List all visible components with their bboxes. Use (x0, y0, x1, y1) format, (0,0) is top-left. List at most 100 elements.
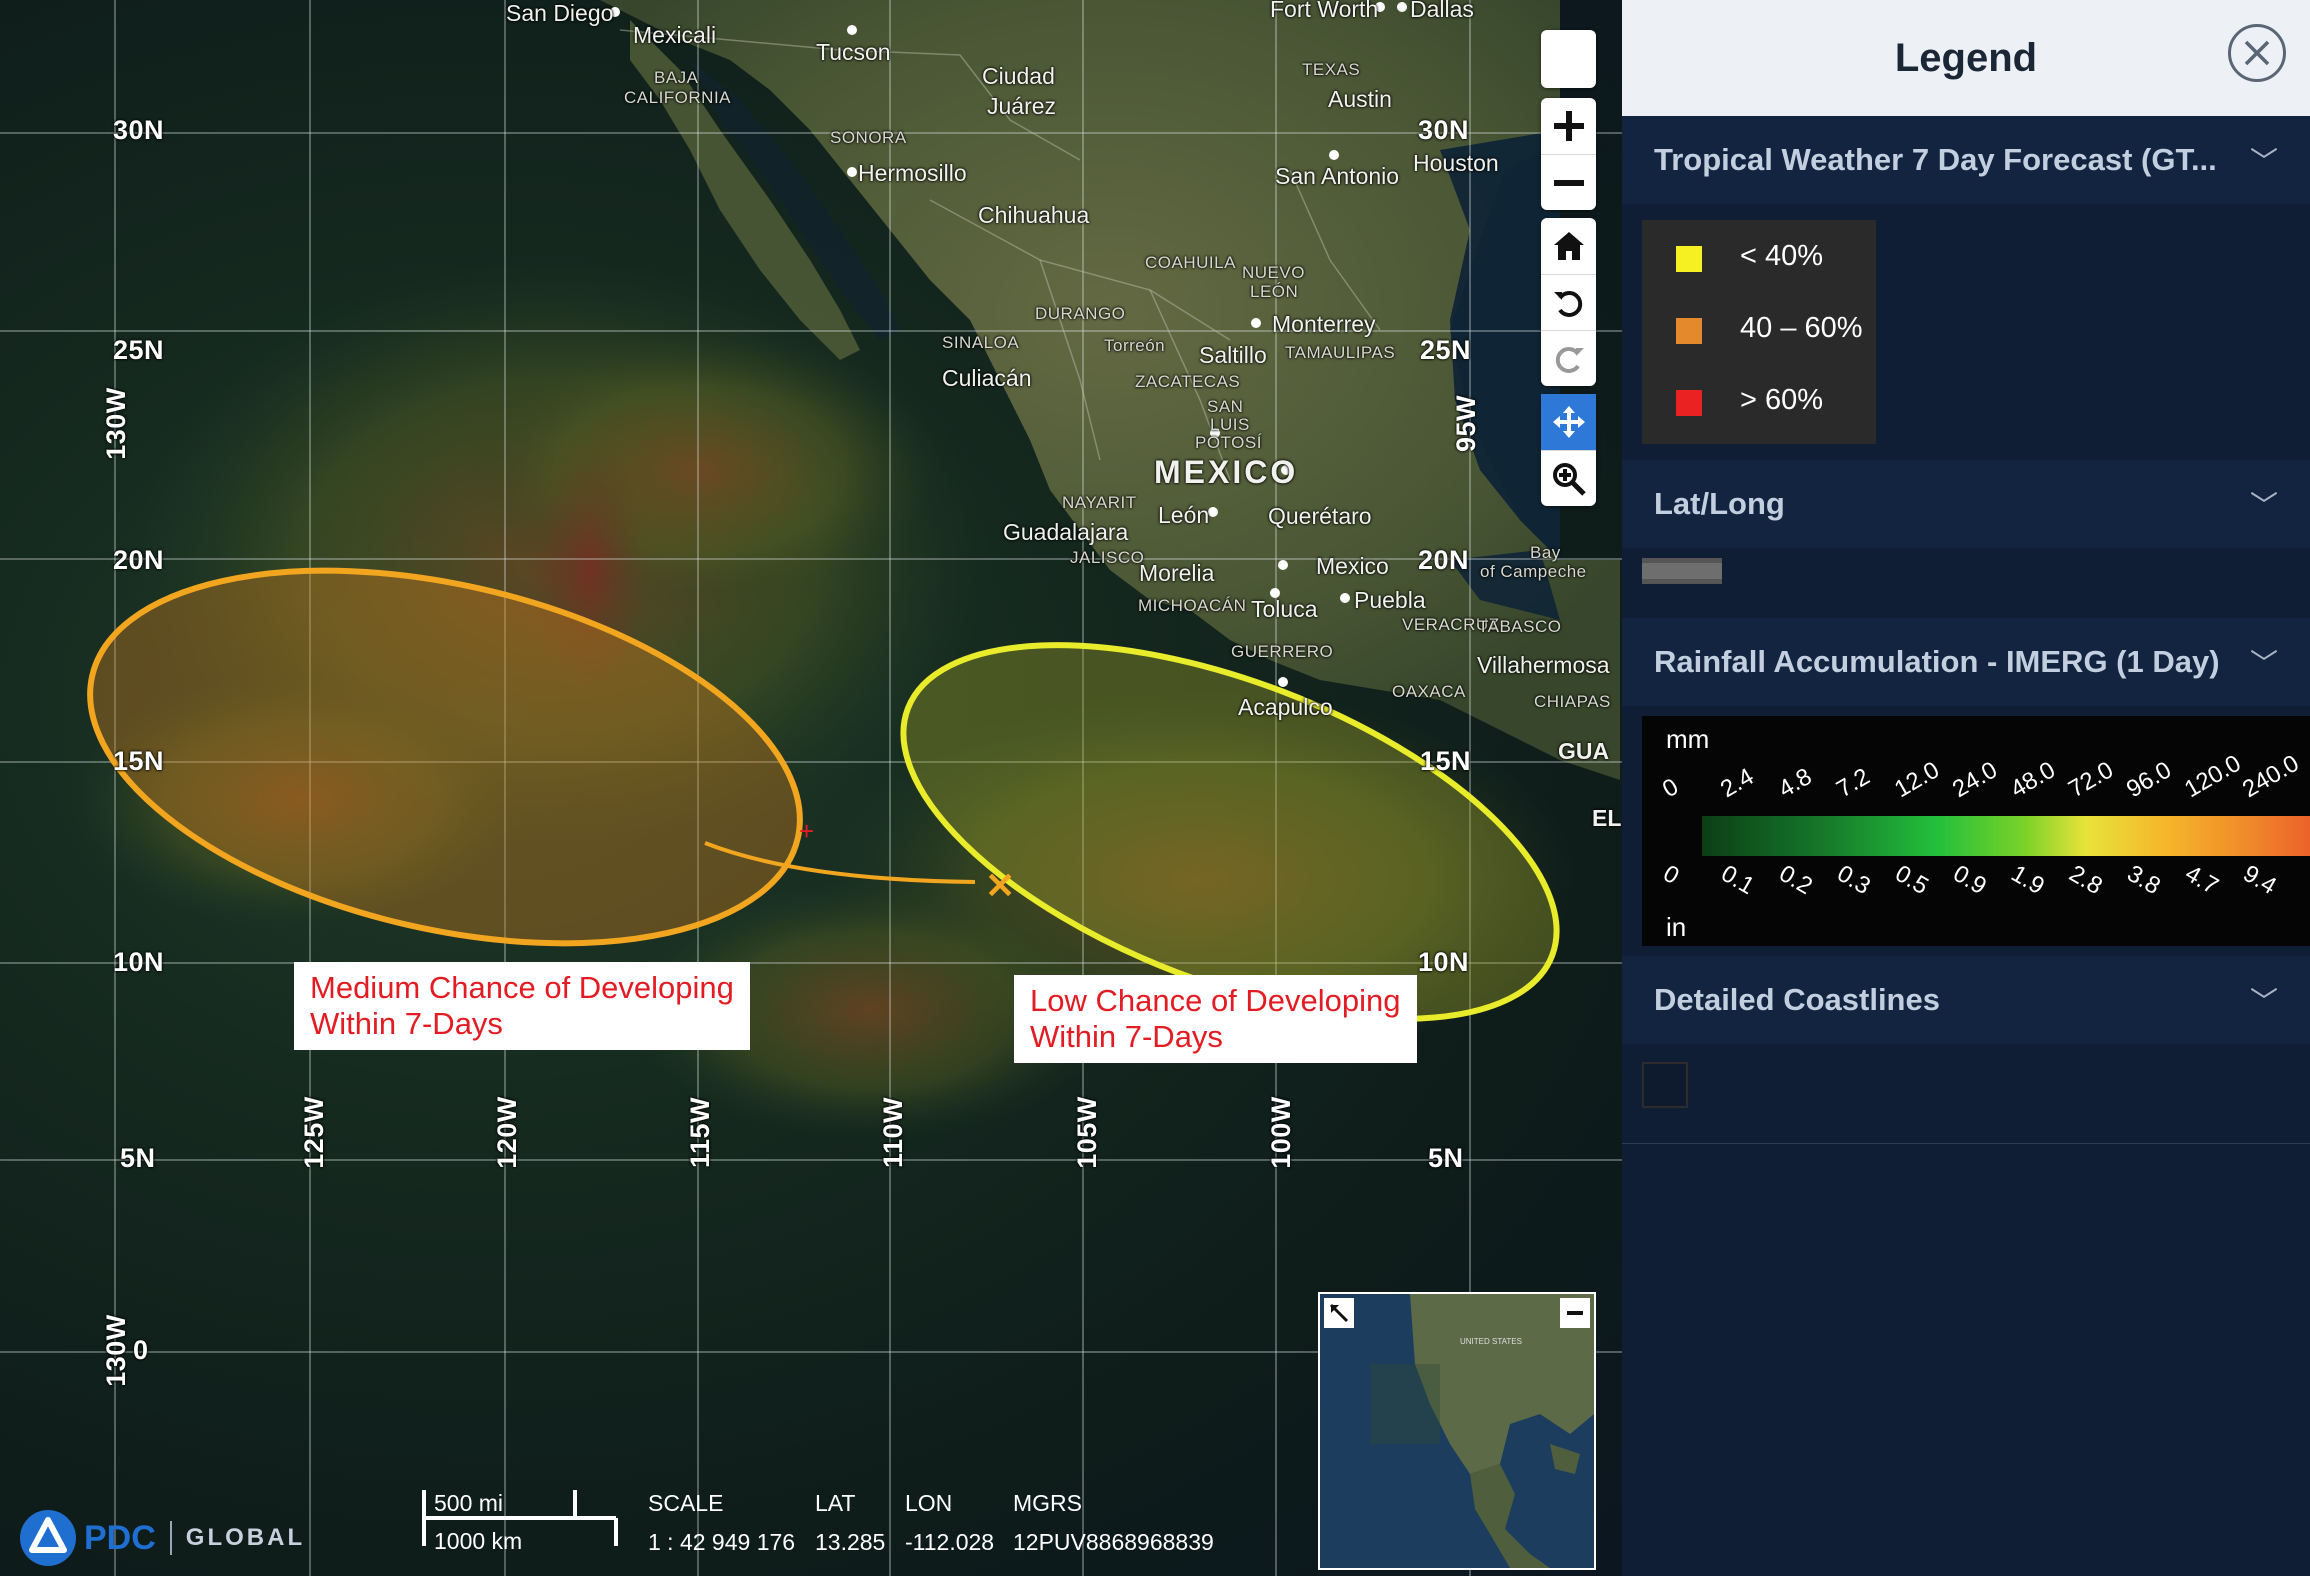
lat-label: 25N (113, 335, 165, 365)
place-label: COAHUILA (1145, 253, 1236, 272)
place-label: OAXACA (1392, 682, 1466, 701)
mm-tick-label: 7.2 (1832, 763, 1875, 804)
chevron-down-icon[interactable]: ﹀ (2250, 484, 2278, 524)
zoom-out-button[interactable] (1541, 154, 1596, 210)
plus-icon (1553, 111, 1584, 141)
legend-section-coastlines[interactable]: Detailed Coastlines ﹀ (1622, 956, 2310, 1044)
map-view[interactable]: ✕ + 30N 25N 20N 15N 10N 5N 0 30N 25N 20N… (0, 0, 1622, 1576)
place-label: Mexico (1316, 553, 1389, 579)
in-tick-label: 0.1 (1716, 860, 1759, 901)
place-label: Puebla (1354, 587, 1426, 613)
lat-label-right: 20N (1418, 545, 1470, 575)
scale-mi-label: 500 mi (434, 1490, 504, 1516)
place-label: Mexicali (633, 22, 717, 48)
legend-section-rainfall[interactable]: Rainfall Accumulation - IMERG (1 Day) ﹀ (1622, 618, 2310, 706)
scale-label: SCALE (648, 1490, 724, 1516)
legend-section-tropical[interactable]: Tropical Weather 7 Day Forecast (GT... ﹀ (1622, 116, 2310, 204)
lon-label: 100W (1265, 1096, 1296, 1169)
tool-controls (1541, 394, 1596, 506)
rotate-left-button[interactable] (1541, 274, 1596, 330)
section-title: Lat/Long (1654, 486, 1785, 521)
place-label: EL (1592, 805, 1622, 831)
place-label: LUIS (1210, 415, 1250, 434)
swatch-medium (1676, 318, 1702, 344)
low-chance-annotation: Low Chance of Developing Within 7-Days (1014, 975, 1417, 1063)
rotate-right-button[interactable] (1541, 330, 1596, 386)
place-label: León (1158, 502, 1210, 528)
map-blank-control[interactable] (1541, 30, 1596, 88)
place-label: GUERRERO (1231, 642, 1334, 661)
annotation-line: Within 7-Days (310, 1006, 503, 1041)
pan-button[interactable] (1541, 394, 1596, 450)
latlong-legend-body (1622, 548, 2310, 596)
lon-label: 105W (1071, 1096, 1102, 1169)
svg-text:✕: ✕ (985, 865, 1015, 906)
place-label: SINALOA (942, 333, 1020, 352)
in-tick-label: 0.3 (1832, 860, 1875, 901)
swatch-medium-label: 40 – 60% (1740, 312, 1863, 344)
overview-expand-button[interactable] (1324, 1298, 1354, 1328)
place-label: CALIFORNIA (624, 88, 732, 107)
home-button[interactable] (1541, 218, 1596, 274)
lat-label: 30N (113, 115, 165, 145)
graticule-line-swatch (1642, 558, 1722, 584)
place-label: Hermosillo (858, 160, 967, 186)
mm-tick-label: 24.0 (1948, 756, 2002, 804)
place-label: Torreón (1104, 336, 1166, 355)
overview-canvas: UNITED STATES (1320, 1294, 1594, 1568)
mm-tick-label: 120.0 (2180, 749, 2246, 804)
place-label: Chihuahua (978, 202, 1090, 228)
rotate-right-icon (1555, 346, 1584, 373)
svg-text:+: + (799, 816, 814, 846)
place-label: TAMAULIPAS (1285, 343, 1396, 362)
rainfall-gradient (1702, 816, 2310, 856)
lat-label-right: 15N (1420, 746, 1472, 776)
lon-label: 115W (685, 1096, 716, 1169)
country-label: MEXICO (1154, 454, 1299, 490)
zoom-in-button[interactable] (1541, 98, 1596, 154)
place-label: MICHOACÁN (1138, 596, 1247, 615)
place-label: Saltillo (1199, 342, 1267, 368)
chevron-down-icon[interactable]: ﹀ (2250, 140, 2278, 180)
scale-km-label: 1000 km (434, 1528, 523, 1554)
chevron-down-icon[interactable]: ﹀ (2250, 980, 2278, 1020)
mgrs-readout-label: MGRS (1013, 1490, 1082, 1516)
pdc-logo[interactable]: PDC GLOBAL (18, 1508, 305, 1568)
place-label: NUEVO (1242, 263, 1305, 282)
lat-readout-label: LAT (815, 1490, 856, 1516)
swatch-low-label: < 40% (1740, 240, 1824, 272)
place-label: Austin (1328, 86, 1392, 112)
mm-tick-label: 240.0 (2238, 749, 2304, 804)
overview-map[interactable]: UNITED STATES (1318, 1292, 1596, 1570)
annotation-line: Medium Chance of Developing (310, 970, 734, 1005)
overview-collapse-button[interactable] (1560, 1298, 1590, 1328)
close-icon (2244, 40, 2270, 66)
in-tick-label: 1.9 (2006, 860, 2049, 901)
medium-chance-annotation: Medium Chance of Developing Within 7-Day… (294, 962, 750, 1050)
swatch-high-label: > 60% (1740, 384, 1824, 416)
swatch-high (1676, 390, 1702, 416)
legend-close-button[interactable] (2228, 24, 2286, 82)
place-label: Ciudad (982, 63, 1055, 89)
zoom-controls (1541, 98, 1596, 210)
mm-tick-label: 72.0 (2064, 756, 2118, 804)
lat-label: 5N (120, 1143, 156, 1173)
logo-brand: PDC (84, 1518, 156, 1557)
rainfall-colorbar-box: mm in 0 2.4 4.8 7.2 12.0 24.0 48.0 72.0 96.0 120.… (1642, 716, 2310, 946)
legend-section-latlong[interactable]: Lat/Long ﹀ (1622, 460, 2310, 548)
legend-header: Legend (1622, 0, 2310, 116)
place-label: JALISCO (1070, 548, 1145, 567)
place-label: San Diego (506, 0, 614, 26)
place-label: Dallas (1410, 0, 1474, 22)
lat-label-right: 30N (1418, 115, 1470, 145)
mm-tick-label: 12.0 (1890, 756, 1944, 804)
tropical-legend-box: < 40% 40 – 60% > 60% (1642, 220, 1876, 444)
lon-readout-label: LON (905, 1490, 953, 1516)
in-tick-label: 0.2 (1774, 860, 1817, 901)
annotation-line: Within 7-Days (1030, 1019, 1223, 1054)
pdc-logo-icon (20, 1510, 76, 1566)
place-label: POTOSÍ (1195, 433, 1262, 452)
zoom-box-button[interactable] (1541, 450, 1596, 506)
chevron-down-icon[interactable]: ﹀ (2250, 642, 2278, 682)
expand-icon (1329, 1303, 1349, 1323)
